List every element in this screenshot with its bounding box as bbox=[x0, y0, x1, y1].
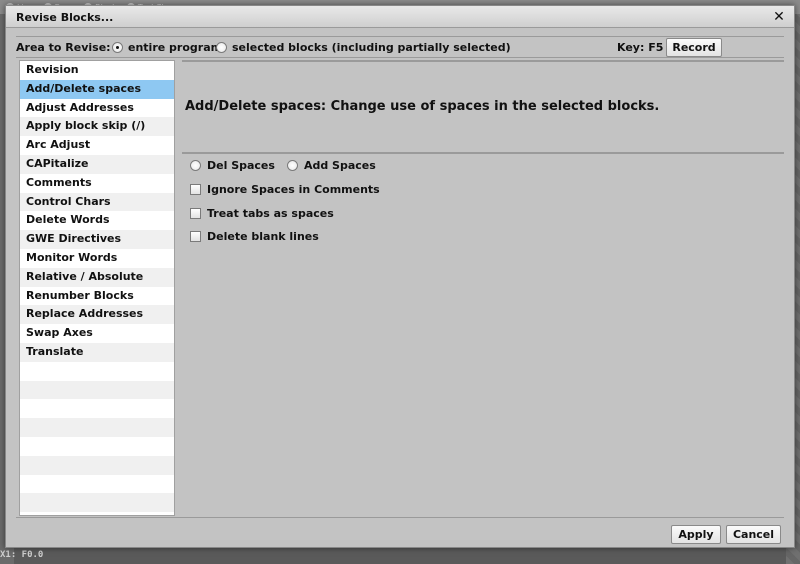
empty-list-row bbox=[20, 418, 174, 437]
list-item-arc-adjust[interactable]: Arc Adjust bbox=[20, 136, 174, 155]
radio-del-spaces[interactable] bbox=[190, 160, 201, 171]
close-icon[interactable]: ✕ bbox=[771, 9, 787, 25]
list-item-renumber-blocks[interactable]: Renumber Blocks bbox=[20, 287, 174, 306]
checkbox-label: Treat tabs as spaces bbox=[207, 207, 334, 220]
list-item-delete-words[interactable]: Delete Words bbox=[20, 211, 174, 230]
description-text: Add/Delete spaces: Change use of spaces … bbox=[185, 99, 660, 114]
radio-icon[interactable] bbox=[112, 42, 123, 53]
list-item-monitor-words[interactable]: Monitor Words bbox=[20, 249, 174, 268]
bottom-divider bbox=[16, 517, 784, 518]
list-item-translate[interactable]: Translate bbox=[20, 342, 174, 362]
empty-list-row bbox=[20, 455, 174, 475]
radio-icon[interactable] bbox=[216, 42, 227, 53]
area-label: Area to Revise: bbox=[16, 41, 111, 54]
area-to-revise-row: Area to Revise: entire program selected … bbox=[16, 36, 784, 58]
apply-button[interactable]: Apply bbox=[671, 525, 721, 544]
list-item-apply-block-skip[interactable]: Apply block skip (/) bbox=[20, 117, 174, 137]
radio-label[interactable]: Add Spaces bbox=[304, 159, 376, 172]
empty-list-row bbox=[20, 437, 174, 456]
list-item-adjust-addresses[interactable]: Adjust Addresses bbox=[20, 99, 174, 118]
empty-list-row bbox=[20, 380, 174, 400]
radio-entire-program[interactable]: entire program bbox=[112, 41, 222, 54]
checkbox-icon[interactable] bbox=[190, 184, 201, 195]
list-item-comments[interactable]: Comments bbox=[20, 174, 174, 193]
list-item-relative-absolute[interactable]: Relative / Absolute bbox=[20, 267, 174, 287]
radio-label[interactable]: Del Spaces bbox=[207, 159, 275, 172]
list-item-control-chars[interactable]: Control Chars bbox=[20, 192, 174, 212]
list-item-gwe-directives[interactable]: GWE Directives bbox=[20, 230, 174, 249]
checkbox-delete-blank-lines[interactable]: Delete blank lines bbox=[190, 230, 319, 243]
list-item-capitalize[interactable]: CAPitalize bbox=[20, 154, 174, 174]
dialog-titlebar[interactable]: Revise Blocks... ✕ bbox=[6, 6, 794, 28]
empty-list-row bbox=[20, 399, 174, 418]
list-item-swap-axes[interactable]: Swap Axes bbox=[20, 324, 174, 343]
empty-list-row bbox=[20, 362, 174, 381]
list-item-add-delete-spaces[interactable]: Add/Delete spaces bbox=[20, 79, 174, 99]
radio-selected-blocks[interactable]: selected blocks (including partially sel… bbox=[216, 41, 511, 54]
checkbox-treat-tabs-as-spaces[interactable]: Treat tabs as spaces bbox=[190, 207, 334, 220]
checkbox-icon[interactable] bbox=[190, 208, 201, 219]
checkbox-label: Ignore Spaces in Comments bbox=[207, 183, 380, 196]
revision-type-list[interactable]: Revision Add/Delete spaces Adjust Addres… bbox=[19, 60, 175, 516]
checkbox-ignore-spaces-in-comments[interactable]: Ignore Spaces in Comments bbox=[190, 183, 380, 196]
options-panel: Del Spaces Add Spaces Ignore Spaces in C… bbox=[182, 156, 784, 516]
radio-add-spaces[interactable] bbox=[286, 160, 298, 171]
spaces-radio-group: Del Spaces Add Spaces bbox=[190, 159, 376, 172]
key-label: Key: F5 bbox=[617, 41, 664, 54]
list-item-replace-addresses[interactable]: Replace Addresses bbox=[20, 305, 174, 325]
radio-label: entire program bbox=[128, 41, 223, 54]
description-panel: Add/Delete spaces: Change use of spaces … bbox=[182, 60, 784, 154]
list-header-revision: Revision bbox=[26, 63, 79, 76]
checkbox-label: Delete blank lines bbox=[207, 230, 319, 243]
cancel-button[interactable]: Cancel bbox=[726, 525, 781, 544]
checkbox-icon[interactable] bbox=[190, 231, 201, 242]
record-button[interactable]: Record bbox=[666, 38, 722, 57]
empty-list-row bbox=[20, 493, 174, 513]
radio-label: selected blocks (including partially sel… bbox=[232, 41, 511, 54]
empty-list-row bbox=[20, 475, 174, 494]
revise-blocks-dialog: Revise Blocks... ✕ Area to Revise: entir… bbox=[5, 5, 795, 548]
background-status: X1: F0.0 bbox=[0, 550, 44, 560]
dialog-title: Revise Blocks... bbox=[16, 11, 114, 24]
